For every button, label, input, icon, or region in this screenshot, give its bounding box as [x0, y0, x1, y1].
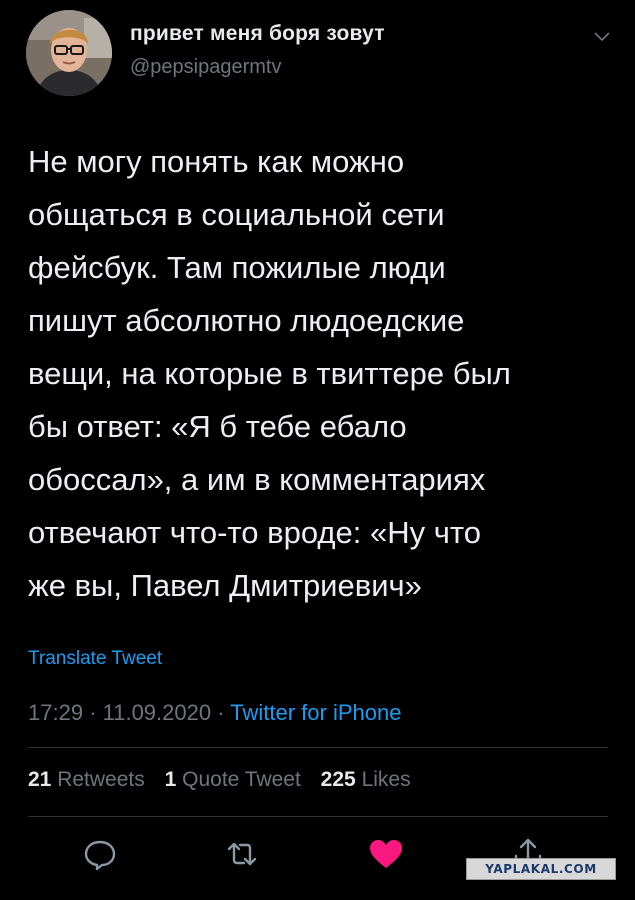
likes-stat[interactable]: 225 Likes	[321, 768, 411, 791]
user-handle[interactable]: @pepsipagermtv	[130, 56, 281, 79]
meta-separator: ·	[211, 700, 231, 725]
likes-label: Likes	[361, 768, 411, 791]
tweet-time: 17:29	[28, 700, 84, 725]
quotes-label: Quote Tweet	[182, 768, 301, 791]
heart-icon[interactable]	[364, 832, 408, 876]
retweets-label: Retweets	[57, 768, 145, 791]
tweet-source-link[interactable]: Twitter for iPhone	[230, 700, 401, 725]
retweet-icon[interactable]	[220, 832, 264, 876]
meta-separator: ·	[83, 700, 103, 725]
reply-icon[interactable]	[78, 832, 122, 876]
watermark: YAPLAKAL.COM	[466, 858, 616, 880]
quotes-count: 1	[164, 768, 177, 791]
retweets-stat[interactable]: 21 Retweets	[28, 768, 145, 791]
tweet-date: 11.09.2020	[102, 700, 212, 725]
tweet-stats: 21 Retweets 1 Quote Tweet 225 Likes	[28, 768, 425, 792]
retweets-count: 21	[28, 768, 52, 791]
tweet-text: Не могу понять как можно общаться в соци…	[28, 144, 511, 603]
avatar[interactable]	[26, 10, 112, 96]
quotes-stat[interactable]: 1 Quote Tweet	[165, 768, 301, 791]
translate-tweet-link[interactable]: Translate Tweet	[28, 648, 162, 670]
divider	[28, 816, 608, 817]
chevron-down-icon[interactable]	[592, 30, 612, 44]
likes-count: 225	[320, 768, 356, 791]
divider	[28, 747, 608, 748]
tweet-metadata: 17:29 · 11.09.2020 · Twitter for iPhone	[28, 700, 401, 726]
display-name[interactable]: привет меня боря зовут	[130, 22, 385, 46]
tweet-header: привет меня боря зовут @pepsipagermtv	[0, 0, 635, 110]
